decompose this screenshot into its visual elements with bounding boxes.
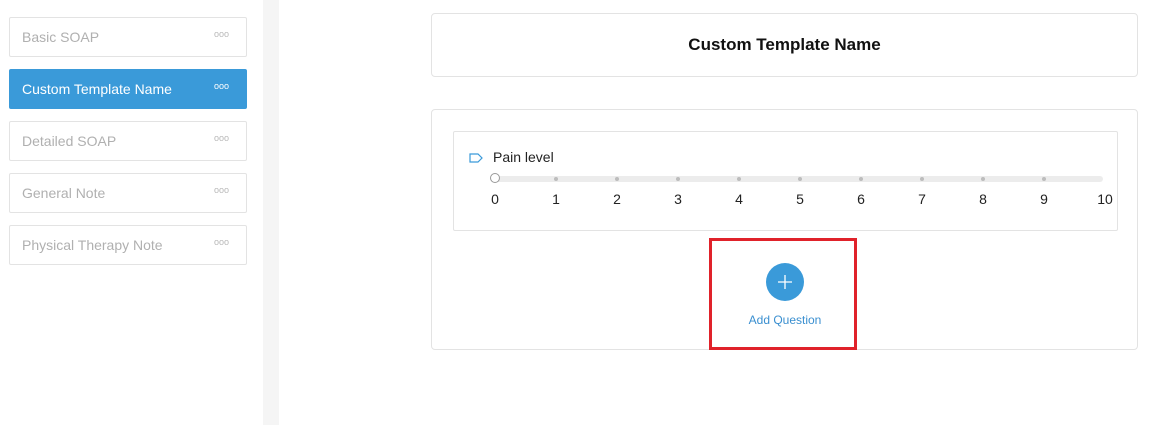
question-card[interactable]: Pain level 0 1 2 3 4 5 6 7 8 9 10 bbox=[453, 131, 1118, 231]
sidebar-divider bbox=[263, 0, 279, 425]
scale-label: 7 bbox=[918, 191, 926, 207]
template-item-basic-soap[interactable]: Basic SOAP ooo bbox=[9, 17, 247, 57]
scale-label: 8 bbox=[979, 191, 987, 207]
more-dots-icon[interactable]: ooo bbox=[214, 133, 229, 143]
more-dots-icon[interactable]: ooo bbox=[214, 237, 229, 247]
more-dots-icon[interactable]: ooo bbox=[214, 29, 229, 39]
scale-label: 4 bbox=[735, 191, 743, 207]
more-dots-icon[interactable]: ooo bbox=[214, 81, 229, 91]
scale-label: 1 bbox=[552, 191, 560, 207]
slider-tick bbox=[554, 177, 558, 181]
template-item-general-note[interactable]: General Note ooo bbox=[9, 173, 247, 213]
scale-label: 5 bbox=[796, 191, 804, 207]
tag-icon bbox=[469, 153, 483, 163]
template-item-label: General Note bbox=[22, 185, 106, 201]
template-item-physical-therapy-note[interactable]: Physical Therapy Note ooo bbox=[9, 225, 247, 265]
template-item-label: Basic SOAP bbox=[22, 29, 100, 45]
slider-tick bbox=[798, 177, 802, 181]
scale-label: 9 bbox=[1040, 191, 1048, 207]
slider-tick bbox=[859, 177, 863, 181]
template-title: Custom Template Name bbox=[688, 35, 881, 54]
slider-tick bbox=[1042, 177, 1046, 181]
question-label: Pain level bbox=[493, 149, 554, 165]
slider-tick bbox=[981, 177, 985, 181]
scale-label: 0 bbox=[491, 191, 499, 207]
highlight-box bbox=[709, 238, 857, 350]
pain-level-slider[interactable] bbox=[490, 173, 1103, 183]
template-item-label: Physical Therapy Note bbox=[22, 237, 163, 253]
slider-tick bbox=[676, 177, 680, 181]
slider-tick bbox=[737, 177, 741, 181]
scale-label: 10 bbox=[1097, 191, 1113, 207]
scale-label: 6 bbox=[857, 191, 865, 207]
template-item-label: Detailed SOAP bbox=[22, 133, 117, 149]
slider-tick bbox=[920, 177, 924, 181]
scale-label: 3 bbox=[674, 191, 682, 207]
template-item-label: Custom Template Name bbox=[22, 81, 172, 97]
slider-tick bbox=[615, 177, 619, 181]
template-item-custom-template-name[interactable]: Custom Template Name ooo bbox=[9, 69, 247, 109]
template-item-detailed-soap[interactable]: Detailed SOAP ooo bbox=[9, 121, 247, 161]
template-title-card[interactable]: Custom Template Name bbox=[431, 13, 1138, 77]
template-sidebar: Basic SOAP ooo Custom Template Name ooo … bbox=[0, 0, 263, 425]
slider-handle[interactable] bbox=[490, 173, 500, 183]
more-dots-icon[interactable]: ooo bbox=[214, 185, 229, 195]
scale-label: 2 bbox=[613, 191, 621, 207]
